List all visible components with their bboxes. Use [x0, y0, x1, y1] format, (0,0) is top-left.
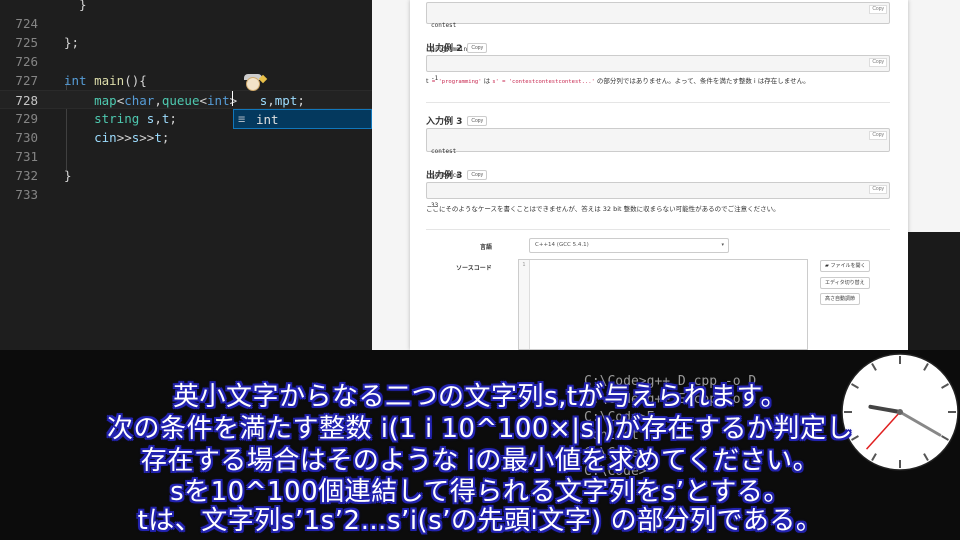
code-line[interactable]: 727 int main(){: [0, 71, 372, 90]
example-2-explanation: t = 'programming' は s' = 'contestcontest…: [426, 77, 810, 85]
code-text[interactable]: string s,t;: [64, 109, 177, 128]
code-text[interactable]: int main(){: [64, 71, 147, 90]
problem-card: contest programming Copy 出力例 2 Copy -1 C…: [410, 0, 908, 350]
copy-button[interactable]: Copy: [467, 115, 488, 126]
language-label: 言語: [480, 244, 493, 251]
copy-button[interactable]: Copy: [869, 58, 887, 67]
code-line[interactable]: 728 map<char,queue<int> s,mpt;: [0, 90, 372, 109]
open-file-button[interactable]: ▰ ファイルを開く: [820, 260, 871, 272]
code-text[interactable]: map<char,queue<int> s,mpt;: [64, 91, 305, 110]
source-code-label: ソースコード: [456, 265, 492, 272]
code-text[interactable]: cin>>s>>t;: [64, 128, 169, 147]
line-number: 727: [15, 73, 38, 88]
copy-button[interactable]: Copy: [869, 185, 887, 194]
input-example-3-title: 入力例 3 Copy: [426, 114, 488, 127]
subtitle-line-4: sを10^100個連結して得られる文字列をs’とする。: [170, 477, 790, 507]
chevron-down-icon: ▾: [721, 242, 724, 248]
subtitle-line-1: 英小文字からなる二つの文字列s,tが与えられます。: [173, 382, 787, 412]
text-cursor: [232, 91, 233, 106]
code-line[interactable]: 730 cin>>s>>t;: [0, 128, 372, 147]
output-example-2-block: -1 Copy: [426, 55, 890, 82]
code-text[interactable]: }: [64, 166, 72, 185]
code-line[interactable]: }: [0, 0, 372, 14]
autocomplete-suggestion[interactable]: ≡ int: [233, 109, 372, 129]
sample-block-top: contest programming Copy: [426, 2, 890, 53]
line-number: 729: [15, 111, 38, 126]
mascot-cursor-icon: [242, 74, 268, 96]
example-3-note: ここにそのようなケースを書くことはできませんが、答えは 32 bit 整数に収ま…: [426, 205, 780, 213]
browser-page: contest programming Copy 出力例 2 Copy -1 C…: [372, 0, 960, 350]
copy-button[interactable]: Copy: [467, 169, 488, 180]
code-line[interactable]: 731: [0, 147, 372, 166]
line-number: 724: [15, 16, 38, 31]
copy-button[interactable]: Copy: [869, 131, 887, 140]
source-code-input[interactable]: 1: [518, 259, 808, 350]
subtitle-line-5: tは、文字列s’1s’2…s’i(s’の先頭i文字) の部分列である。: [137, 506, 823, 536]
subtitle-line-3: 存在する場合はそのような iの最小値を求めてください。: [140, 446, 820, 476]
copy-button[interactable]: Copy: [467, 42, 488, 53]
copy-button[interactable]: Copy: [869, 5, 887, 14]
line-number: 725: [15, 35, 38, 50]
line-number: 1: [519, 260, 530, 349]
auto-height-button[interactable]: 高さ自動調節: [820, 293, 861, 305]
input-example-3-block: contest sentence Copy: [426, 128, 890, 179]
code-line[interactable]: 732}: [0, 166, 372, 185]
code-text[interactable]: };: [64, 33, 79, 52]
language-select[interactable]: C++14 (GCC 5.4.1) ▾: [529, 238, 729, 253]
output-example-3-block: 33 Copy: [426, 182, 890, 209]
divider: [426, 102, 890, 103]
code-editor[interactable]: 724 725}; 726 727 int main(){728 map<char,qu…: [0, 0, 372, 350]
line-number: 731: [15, 149, 38, 164]
code-line[interactable]: 725};: [0, 33, 372, 52]
code-line[interactable]: 733: [0, 185, 372, 204]
toggle-editor-button[interactable]: エディタ切り替え: [820, 277, 870, 289]
line-number: 726: [15, 54, 38, 69]
output-example-2-title: 出力例 2 Copy: [426, 41, 488, 54]
code-line[interactable]: 724: [0, 14, 372, 33]
divider: [426, 229, 890, 230]
line-number: 732: [15, 168, 38, 183]
code-line[interactable]: 726: [0, 52, 372, 71]
output-example-3-title: 出力例 3 Copy: [426, 168, 488, 181]
suggestion-label: int: [256, 111, 279, 127]
keyword-icon: ≡: [238, 112, 246, 126]
line-number: 728: [15, 93, 38, 108]
subtitle-line-2: 次の条件を満たす整数 i(1 i 10^100×|s|)が存在するか判定し: [107, 414, 853, 444]
sample-line: programming: [431, 46, 471, 53]
line-number: 730: [15, 130, 38, 145]
line-number: 733: [15, 187, 38, 202]
dark-region: [908, 232, 960, 350]
sample-line: contest: [431, 22, 457, 29]
